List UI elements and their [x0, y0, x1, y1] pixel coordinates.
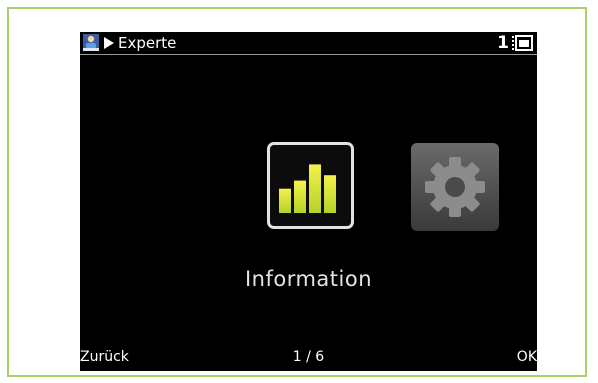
- device-screen: Experte 1 Information Zurück 1 / 6 OK: [80, 32, 537, 371]
- bar-chart-bar: [279, 188, 291, 213]
- bar-chart-bar: [309, 164, 321, 213]
- ok-softkey[interactable]: OK: [517, 349, 537, 365]
- selected-item-caption: Information: [244, 267, 373, 291]
- status-bar: Experte 1: [80, 32, 537, 54]
- breadcrumb: Experte: [118, 34, 177, 52]
- user-icon: [83, 34, 99, 51]
- memory-card-icon: [515, 35, 533, 51]
- status-separator: [512, 36, 514, 52]
- gear-icon: [425, 157, 485, 217]
- play-arrow-icon: [104, 37, 114, 49]
- bar-chart-bar: [324, 175, 336, 213]
- status-divider: [80, 54, 537, 55]
- information-menu-item[interactable]: [267, 142, 354, 229]
- settings-menu-item[interactable]: [411, 143, 499, 231]
- softkey-bar: Zurück 1 / 6 OK: [80, 347, 537, 369]
- page-indicator: 1 / 6: [292, 349, 325, 365]
- bar-chart-bar: [294, 180, 306, 213]
- status-number: 1: [497, 33, 509, 53]
- bar-chart-icon: [279, 164, 336, 213]
